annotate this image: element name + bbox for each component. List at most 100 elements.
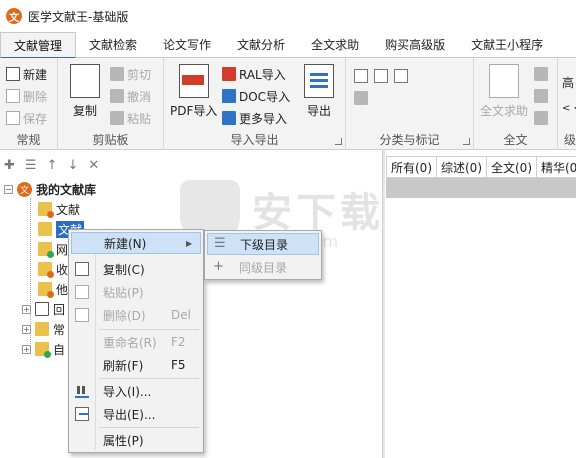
paste-button[interactable]: 粘贴: [110, 108, 151, 128]
tree-node-label: 自: [53, 342, 66, 357]
tree-node-network[interactable]: 网: [38, 240, 68, 258]
folder-icon: [38, 242, 54, 258]
doc-import-button[interactable]: DOC导入: [222, 86, 290, 106]
delete-icon: [75, 308, 89, 322]
new-doc-icon: [6, 67, 20, 81]
cut-button[interactable]: 剪切: [110, 64, 151, 84]
tree-root[interactable]: − 文 我的文献库: [4, 180, 96, 198]
submenu-item-child-dir[interactable]: ☰ 下级目录: [207, 233, 319, 255]
list-header: [386, 178, 576, 198]
menu-item-rename[interactable]: 重命名(R) F2: [71, 331, 201, 353]
menu-label: 删除(D): [103, 308, 146, 323]
menu-label: 刷新(F): [103, 358, 144, 373]
envelope-icon[interactable]: [394, 69, 408, 83]
tab-review[interactable]: 综述(0): [437, 156, 487, 178]
tab-fulltext-help[interactable]: 全文求助: [298, 32, 372, 58]
move-down-icon[interactable]: ↓: [67, 158, 78, 173]
more-import-icon: [222, 111, 236, 125]
fulltext-help-label: 全文求助: [480, 104, 529, 118]
classify-launcher-icon[interactable]: [463, 138, 470, 145]
group-level: 高 < < 级: [558, 58, 576, 150]
tree-node-literature[interactable]: 文献: [38, 200, 80, 218]
tree-node-recycle[interactable]: + 回: [22, 300, 65, 318]
fulltext-remove-button[interactable]: [534, 86, 548, 106]
menu-label: 导入(I)...: [103, 384, 152, 399]
menu-item-properties[interactable]: 属性(P): [71, 429, 201, 451]
tree-root-label: 我的文献库: [36, 182, 97, 197]
tab-paper-writing[interactable]: 论文写作: [150, 32, 224, 58]
folder-icon: [38, 202, 54, 218]
classify-search-button[interactable]: [354, 88, 368, 108]
tree-node-favorites[interactable]: 收: [38, 260, 68, 278]
envelope-open-icon[interactable]: [354, 69, 368, 83]
menu-label: 复制(C): [103, 262, 145, 277]
menu-item-import[interactable]: 导入(I)...: [71, 380, 201, 402]
close-icon[interactable]: ✕: [88, 158, 99, 173]
menu-shortcut: F2: [171, 335, 186, 349]
delete-label: 删除: [23, 89, 48, 104]
fulltext-add-button[interactable]: [534, 64, 548, 84]
tab-literature-analysis[interactable]: 文献分析: [224, 32, 298, 58]
tree-view-icon[interactable]: ☰: [25, 158, 37, 173]
envelope-read-icon[interactable]: [374, 69, 388, 83]
folder-icon: [38, 262, 54, 278]
pdf-import-label: PDF导入: [170, 104, 218, 118]
menu-shortcut: F5: [171, 358, 186, 372]
tab-literature-search[interactable]: 文献检索: [76, 32, 150, 58]
copy-icon: [70, 64, 100, 98]
tab-literature-management[interactable]: 文献管理: [0, 32, 77, 59]
delete-doc-icon: [6, 89, 20, 103]
literature-list[interactable]: [386, 198, 576, 458]
import-export-launcher-icon[interactable]: [335, 138, 342, 145]
fulltext-help-button[interactable]: 全文求助: [480, 64, 528, 119]
menu-item-paste[interactable]: 粘贴(P): [71, 281, 201, 303]
fulltext-help-icon: [489, 64, 519, 98]
filter-tabs: 所有(0) 综述(0) 全文(0) 精华(0: [386, 156, 576, 178]
menu-label: 导出(E)...: [103, 407, 156, 422]
expand-icon[interactable]: +: [22, 304, 31, 314]
menu-label: 粘贴(P): [103, 285, 144, 300]
tree-node-other[interactable]: 他: [38, 280, 68, 298]
fulltext-list-button[interactable]: [534, 108, 548, 128]
expand-icon[interactable]: +: [22, 344, 31, 354]
menu-item-copy[interactable]: 复制(C): [71, 258, 201, 280]
tab-fulltext[interactable]: 全文(0): [487, 156, 537, 178]
ral-import-label: RAL导入: [239, 67, 286, 82]
tab-buy-advanced[interactable]: 购买高级版: [372, 32, 458, 58]
remove-icon: [534, 89, 548, 103]
tree-node-custom[interactable]: + 自: [22, 340, 65, 358]
tab-all[interactable]: 所有(0): [386, 156, 437, 178]
export-button[interactable]: 导出: [304, 64, 334, 119]
tree-node-label: 他: [56, 282, 69, 297]
collapse-arrows[interactable]: < <: [562, 98, 576, 118]
menu-separator: [99, 329, 199, 330]
save-button[interactable]: 保存: [6, 108, 47, 128]
move-up-icon[interactable]: ↑: [47, 158, 58, 173]
app-logo-icon: 文: [6, 8, 22, 24]
refresh-icon: [75, 358, 89, 372]
expand-icon[interactable]: +: [22, 324, 31, 334]
new-button[interactable]: 新建: [6, 64, 47, 84]
pdf-import-button[interactable]: PDF导入: [170, 64, 217, 119]
group-import-export: PDF导入 RAL导入 DOC导入 更多导入 导出 导入导出: [164, 58, 346, 150]
tree-node-common[interactable]: + 常: [22, 320, 65, 338]
window-title: 医学文献王-基础版: [28, 9, 129, 24]
menu-item-new[interactable]: 新建(N) ▶: [71, 232, 201, 254]
menu-item-refresh[interactable]: 刷新(F) F5: [71, 354, 201, 376]
tab-mini-program[interactable]: 文献王小程序: [458, 32, 556, 58]
menu-item-delete[interactable]: 删除(D) Del: [71, 304, 201, 326]
list-icon: [534, 111, 548, 125]
tab-essence[interactable]: 精华(0: [537, 156, 576, 178]
high-level-label[interactable]: 高: [562, 72, 574, 92]
add-node-icon[interactable]: ✚: [4, 158, 15, 173]
ral-icon: [222, 67, 236, 81]
collapse-icon[interactable]: −: [4, 184, 13, 194]
delete-button[interactable]: 删除: [6, 86, 47, 106]
undo-button[interactable]: 撤消: [110, 86, 151, 106]
submenu-item-sibling-dir[interactable]: + 同级目录: [207, 256, 319, 278]
more-import-button[interactable]: 更多导入: [222, 108, 287, 128]
ral-import-button[interactable]: RAL导入: [222, 64, 286, 84]
menu-item-export[interactable]: 导出(E)...: [71, 403, 201, 425]
copy-button[interactable]: 复制: [70, 64, 100, 119]
new-icon: [76, 236, 90, 250]
